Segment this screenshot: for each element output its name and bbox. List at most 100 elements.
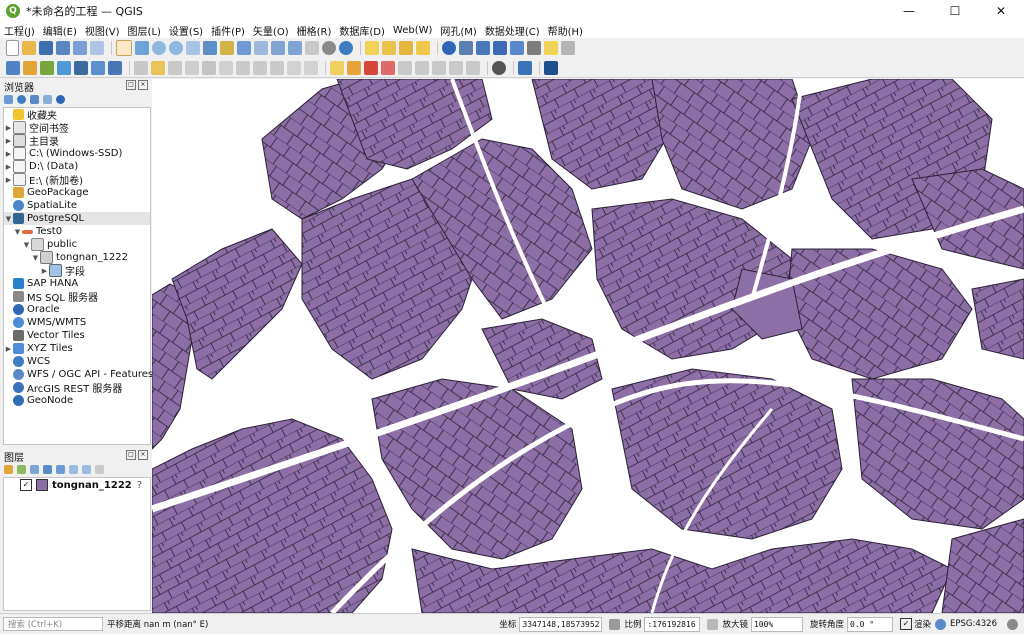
toggle-editing-icon[interactable] [151, 60, 165, 75]
crs-icon[interactable] [935, 618, 947, 630]
zoom-rubber-icon[interactable] [186, 41, 200, 55]
vertex-tool-icon[interactable] [202, 60, 216, 75]
expand-arrow-icon[interactable]: ▶ [4, 345, 13, 353]
add-raster-icon[interactable] [57, 60, 71, 75]
menu-view[interactable]: 视图(V) [81, 23, 124, 38]
label-move-icon[interactable] [398, 60, 412, 75]
tree-item-wms[interactable]: WMS/WMTS [4, 316, 150, 329]
layout-manager-icon[interactable] [90, 41, 104, 55]
menu-layer[interactable]: 图层(L) [124, 23, 165, 38]
tree-item-oracle[interactable]: Oracle [4, 303, 150, 316]
collapse-arrow-icon[interactable]: ▼ [31, 254, 40, 262]
tree-item-wcs[interactable]: WCS [4, 355, 150, 368]
menu-database[interactable]: 数据库(D) [335, 23, 389, 38]
gps-icon[interactable] [492, 60, 506, 75]
maximize-button[interactable]: ☐ [932, 0, 978, 22]
toolbox-icon[interactable] [510, 41, 524, 55]
help-icon[interactable]: ? [137, 480, 142, 491]
add-postgis-icon[interactable] [74, 60, 88, 75]
tree-item-geopackage[interactable]: GeoPackage [4, 186, 150, 199]
expand-arrow-icon[interactable]: ▶ [4, 150, 13, 158]
add-wms-icon[interactable] [91, 60, 105, 75]
menu-processing[interactable]: 数据处理(C) [481, 23, 544, 38]
crs-button[interactable]: EPSG:4326 [950, 619, 997, 629]
tree-item-geonode[interactable]: GeoNode [4, 394, 150, 407]
menu-settings[interactable]: 设置(S) [165, 23, 207, 38]
zoom-next-icon[interactable] [288, 41, 302, 55]
coordinate-field[interactable]: 3347148,18573952 [519, 616, 603, 632]
close-panel-button[interactable]: × [138, 450, 148, 460]
zoom-in-icon[interactable] [152, 41, 166, 55]
statistics-icon[interactable] [493, 41, 507, 55]
manage-map-themes-icon[interactable] [30, 465, 39, 474]
zoom-full-icon[interactable] [203, 41, 217, 55]
zoom-last-icon[interactable] [271, 41, 285, 55]
new-map-view-icon[interactable] [305, 41, 319, 55]
map-canvas[interactable] [152, 79, 1024, 613]
tree-item-drive-c[interactable]: ▶ C:\ (Windows-SSD) [4, 147, 150, 160]
tree-item-spatialite[interactable]: SpatiaLite [4, 199, 150, 212]
save-edits-icon[interactable] [168, 60, 182, 75]
select-location-icon[interactable] [416, 41, 430, 55]
rotation-field[interactable]: 0.0 ° [847, 616, 893, 632]
close-button[interactable]: ✕ [978, 0, 1024, 22]
menu-web[interactable]: Web(W) [389, 25, 437, 36]
field-calculator-icon[interactable] [476, 41, 490, 55]
expand-arrow-icon[interactable]: ▶ [40, 267, 49, 275]
zoom-layer-icon[interactable] [237, 41, 251, 55]
menu-edit[interactable]: 编辑(E) [39, 23, 81, 38]
zoom-out-icon[interactable] [169, 41, 183, 55]
label-change-icon[interactable] [432, 60, 446, 75]
save-project-icon[interactable] [39, 41, 53, 55]
filter-icon[interactable] [30, 95, 39, 104]
tree-item-favorites[interactable]: 收藏夹 [4, 108, 150, 122]
remove-layer-icon[interactable] [95, 465, 104, 474]
menu-mesh[interactable]: 网孔(M) [436, 23, 480, 38]
open-project-icon[interactable] [22, 41, 36, 55]
label-show-icon[interactable] [381, 60, 395, 75]
add-wfs-icon[interactable] [108, 60, 122, 75]
label-highlight-icon[interactable] [364, 60, 378, 75]
tree-item-bookmarks[interactable]: ▶ 空间书签 [4, 121, 150, 135]
data-source-manager-icon[interactable] [6, 60, 20, 75]
layer-visibility-checkbox[interactable]: ✓ [20, 479, 32, 491]
locator-search-input[interactable]: 搜索 (Ctrl+K) [3, 617, 103, 631]
pan-icon[interactable] [116, 40, 132, 56]
tree-item-drive-e[interactable]: ▶ E:\ (新加卷) [4, 173, 150, 187]
tree-item-arcgis[interactable]: ArcGIS REST 服务器 [4, 381, 150, 395]
python-console-icon[interactable] [518, 60, 532, 75]
lock-icon[interactable] [707, 618, 719, 630]
close-panel-button[interactable]: × [138, 80, 148, 90]
undo-icon[interactable] [287, 60, 301, 75]
attribute-table-icon[interactable] [459, 41, 473, 55]
zoom-native-icon[interactable] [254, 41, 268, 55]
save-as-icon[interactable] [56, 41, 70, 55]
add-group-icon[interactable] [17, 465, 26, 474]
map-features[interactable] [152, 79, 1024, 613]
pan-to-selection-icon[interactable] [135, 41, 149, 55]
collapse-all-icon[interactable] [82, 465, 91, 474]
refresh-icon[interactable] [339, 41, 353, 55]
layer-styling-icon[interactable] [4, 465, 13, 474]
expand-all-icon[interactable] [69, 465, 78, 474]
paste-features-icon[interactable] [270, 60, 284, 75]
float-panel-button[interactable]: □ [126, 450, 136, 460]
select-features-icon[interactable] [365, 41, 379, 55]
properties-icon[interactable] [56, 95, 65, 104]
expand-arrow-icon[interactable]: ▶ [4, 163, 13, 171]
delete-selected-icon[interactable] [219, 60, 233, 75]
menu-vector[interactable]: 矢量(O) [249, 23, 293, 38]
coordinate-toggle-icon[interactable] [609, 618, 621, 630]
diagram-show-icon[interactable] [466, 60, 480, 75]
filter-expression-icon[interactable] [56, 465, 65, 474]
menu-project[interactable]: 工程(J) [0, 23, 39, 38]
select-by-value-icon[interactable] [382, 41, 396, 55]
render-checkbox[interactable]: ✓ [900, 618, 912, 630]
copy-features-icon[interactable] [253, 60, 267, 75]
collapse-arrow-icon[interactable]: ▼ [22, 241, 31, 249]
label-rotate-icon[interactable] [415, 60, 429, 75]
messages-icon[interactable] [1007, 618, 1018, 630]
expand-arrow-icon[interactable]: ▶ [4, 137, 13, 145]
menu-raster[interactable]: 栅格(R) [293, 23, 336, 38]
plugin-icon[interactable] [544, 60, 558, 75]
